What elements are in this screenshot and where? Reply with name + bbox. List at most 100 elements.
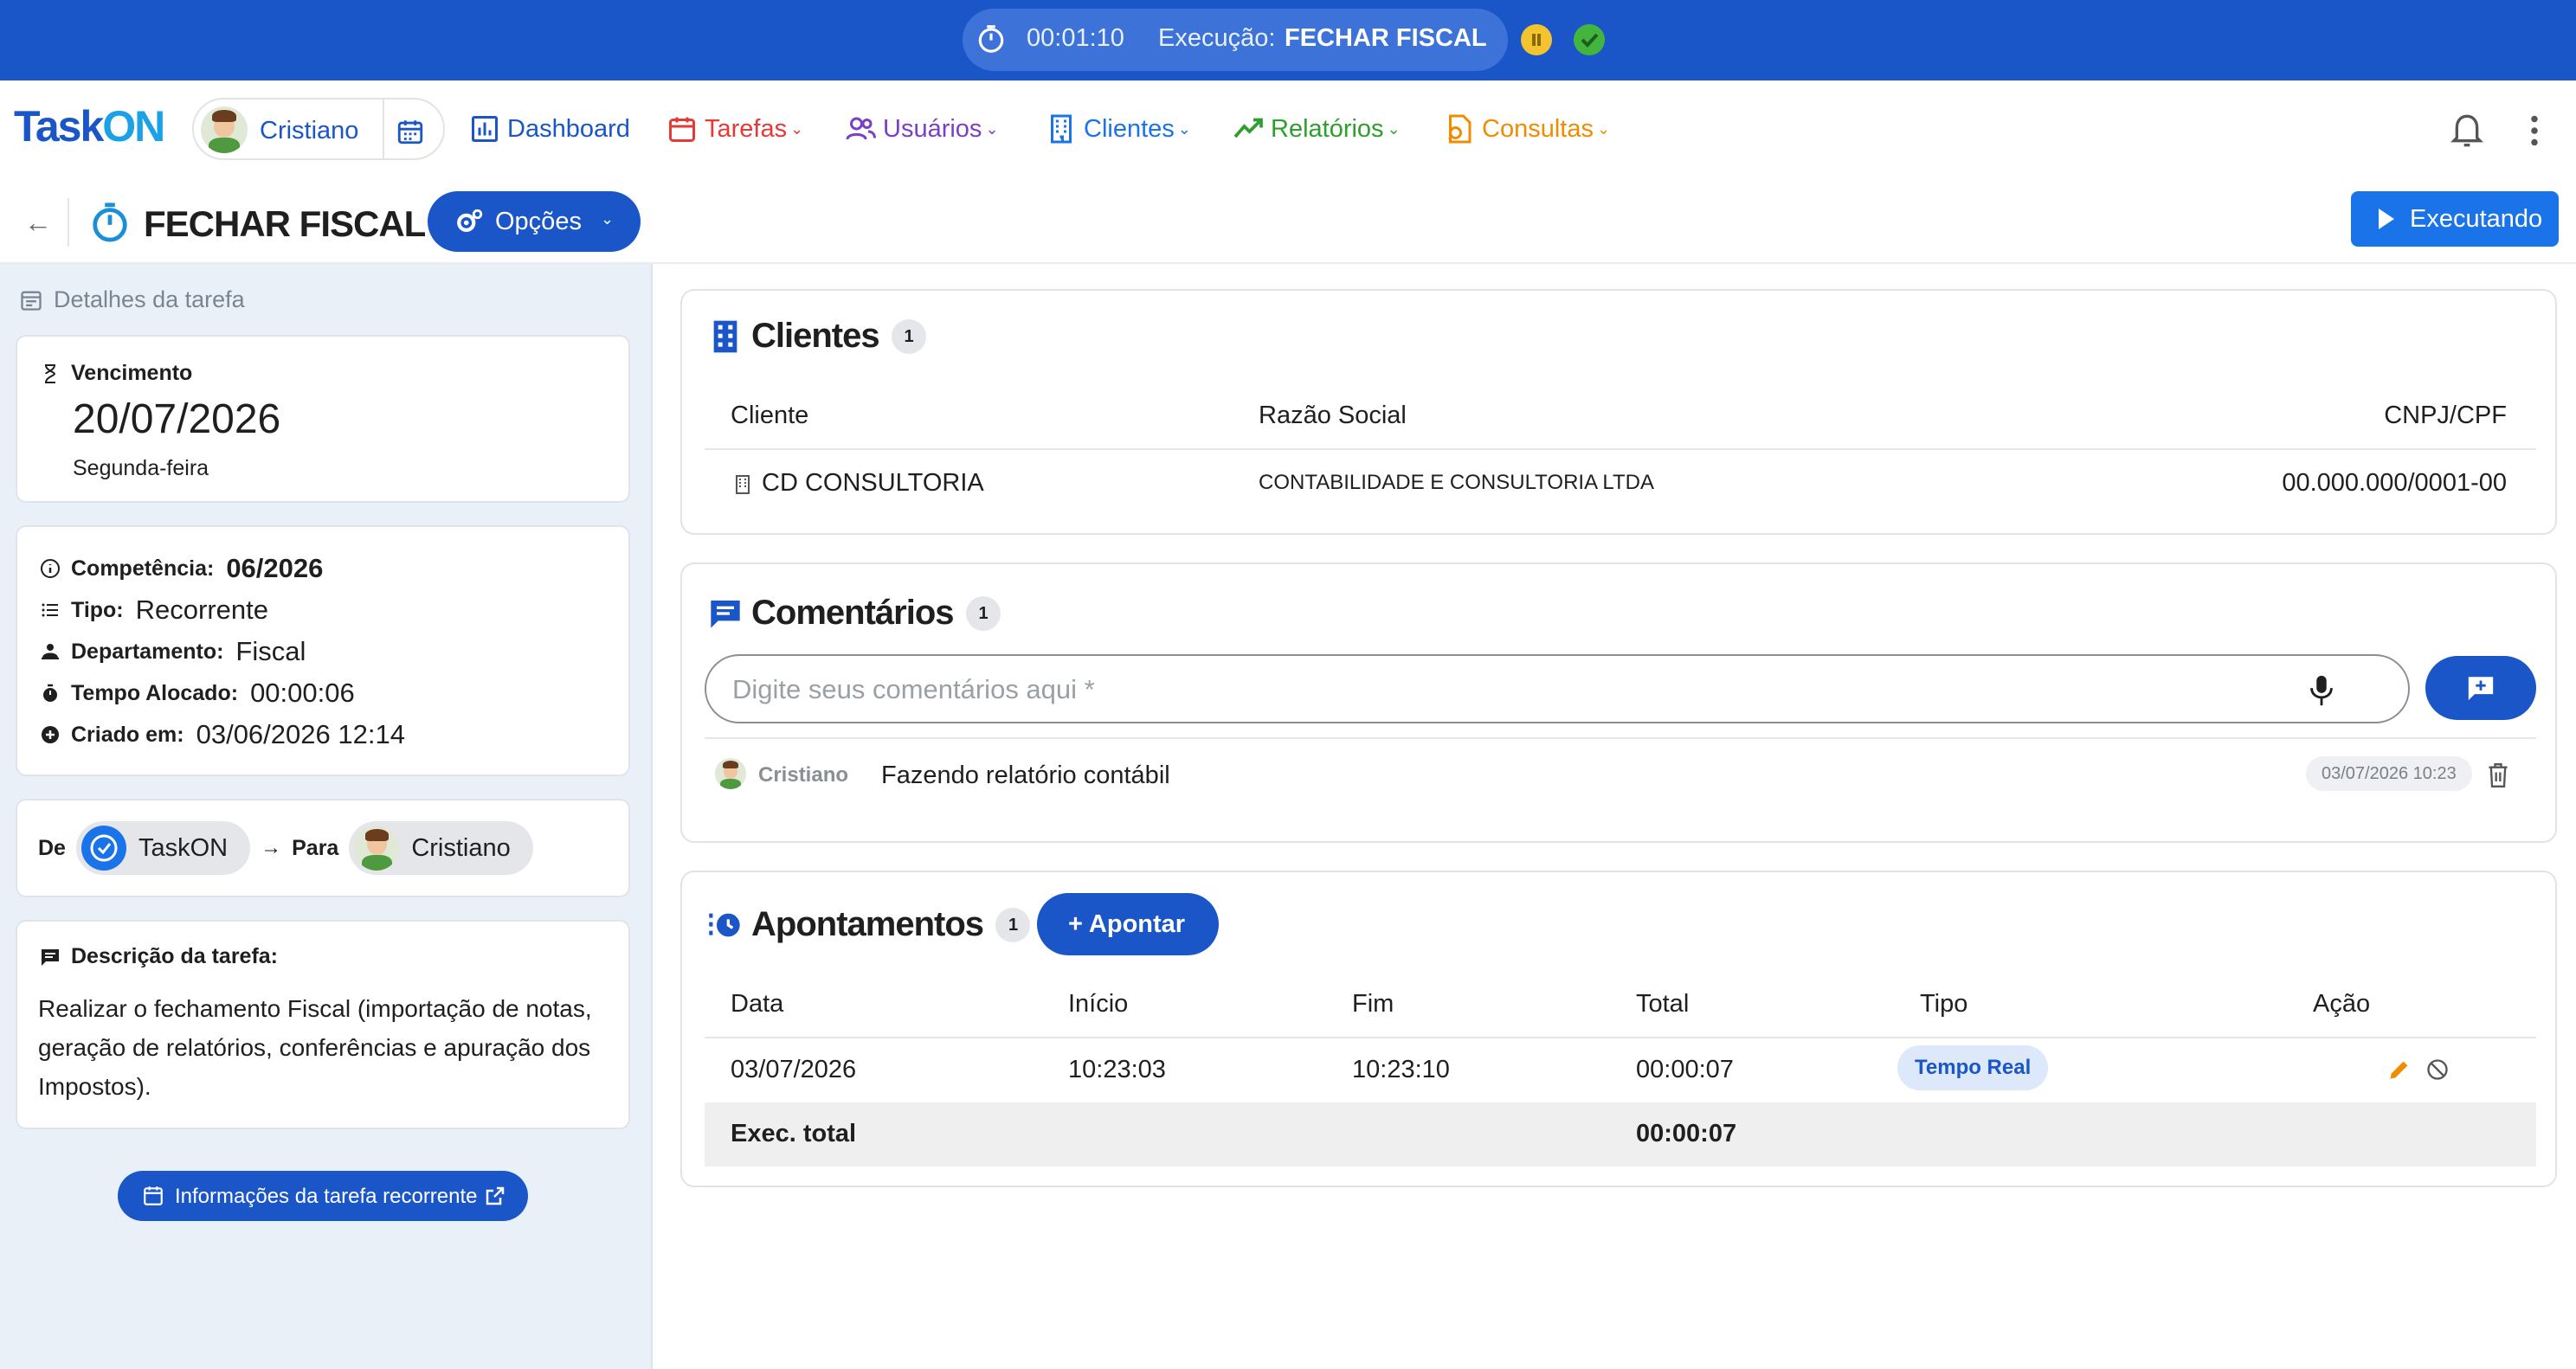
stopwatch-icon [978, 25, 1004, 53]
tipo-label: Tipo: [71, 597, 124, 622]
nav-tarefas[interactable]: Tarefas ⌄ [667, 113, 803, 145]
cell-fim: 10:23:10 [1352, 1056, 1450, 1083]
calendar-list-icon [21, 291, 42, 311]
nav-dashboard-label: Dashboard [507, 114, 630, 143]
microphone-icon[interactable] [2306, 673, 2337, 708]
cell-total: 00:00:07 [1636, 1056, 1734, 1083]
col-tipo: Tipo [1920, 990, 1968, 1018]
timer-icon [43, 684, 57, 702]
send-comment-button[interactable] [2425, 656, 2536, 720]
departamento-value: Fiscal [235, 636, 306, 666]
razao-social: CONTABILIDADE E CONSULTORIA LTDA [1259, 471, 1654, 494]
to-name: Cristiano [411, 833, 511, 862]
cliente-name[interactable]: CD CONSULTORIA [762, 469, 984, 498]
comment-icon [711, 600, 740, 628]
trash-icon[interactable] [2486, 762, 2510, 789]
executing-button[interactable]: Executando [2351, 191, 2559, 247]
tempo-label: Tempo Alocado: [71, 680, 239, 705]
nav-consultas[interactable]: Consultas ⌄ [1444, 113, 1610, 145]
nav-usuarios[interactable]: Usuários ⌄ [845, 113, 999, 145]
execution-task-name: FECHAR FISCAL [1285, 24, 1487, 52]
pause-icon[interactable] [1521, 24, 1552, 55]
history-icon [709, 913, 740, 936]
nav-usuarios-label: Usuários [883, 114, 982, 143]
add-apontamento-label: + Apontar [1068, 910, 1186, 938]
add-apontamento-button[interactable]: + Apontar [1037, 893, 1219, 955]
departamento-label: Departamento: [71, 639, 224, 664]
bell-icon[interactable] [2450, 112, 2484, 150]
chevron-down-icon: ⌄ [985, 119, 999, 138]
recurring-info-button[interactable]: Informações da tarefa recorrente [118, 1171, 528, 1221]
sidebar-title: Detalhes da tarefa [19, 286, 245, 313]
chevron-down-icon: ⌄ [790, 119, 804, 138]
building-icon [713, 320, 737, 352]
tempo-value: 00:00:06 [250, 678, 355, 708]
clientes-panel: Clientes 1 Cliente Razão Social CNPJ/CPF… [680, 289, 2557, 535]
comentarios-title: Comentários 1 [708, 594, 1001, 633]
more-vert-icon[interactable] [2529, 115, 2540, 146]
user-name: Cristiano [260, 117, 359, 145]
comment-icon [42, 948, 59, 966]
options-button[interactable]: Opções ⌄ [428, 191, 641, 252]
tipo-badge: Tempo Real [1897, 1045, 2049, 1090]
to-chip[interactable]: Cristiano [349, 821, 533, 875]
due-weekday: Segunda-feira [73, 456, 209, 480]
trending-up-icon [1233, 118, 1263, 138]
col-razao-social: Razão Social [1259, 402, 1407, 429]
user-chip[interactable]: Cristiano [192, 98, 445, 160]
options-label: Opções [495, 208, 582, 235]
nav-relatorios-label: Relatórios [1271, 114, 1384, 143]
due-label: Vencimento [71, 361, 193, 385]
add-comment-icon [2468, 677, 2494, 701]
comment-text: Fazendo relatório contábil [881, 762, 1170, 789]
edit-pencil-icon[interactable] [2387, 1057, 2412, 1082]
gears-icon [457, 209, 483, 233]
divider [68, 198, 69, 247]
taskon-check-icon [80, 826, 126, 871]
users-icon [846, 117, 876, 140]
from-name: TaskON [138, 833, 229, 862]
nav-dashboard[interactable]: Dashboard [469, 113, 630, 145]
comment-field[interactable] [705, 654, 2410, 723]
check-icon[interactable] [1574, 24, 1605, 55]
avatar [354, 826, 400, 871]
calendar-icon[interactable] [395, 117, 426, 146]
col-total: Total [1636, 990, 1690, 1018]
competencia-value: 06/2026 [226, 553, 324, 583]
transfer-card: De TaskON → Para Cristiano [16, 799, 630, 897]
arrow-right-icon: → [261, 836, 282, 859]
chevron-down-icon: ⌄ [1596, 119, 1611, 138]
page-title: FECHAR FISCAL [144, 203, 426, 244]
back-arrow-icon[interactable]: ← [24, 207, 52, 239]
calendar-repeat-icon [144, 1186, 163, 1205]
nav-clientes[interactable]: Clientes ⌄ [1046, 113, 1191, 145]
recurring-info-label: Informações da tarefa recorrente [175, 1185, 478, 1208]
nav-consultas-label: Consultas [1482, 114, 1594, 143]
from-chip[interactable]: TaskON [75, 821, 251, 875]
col-inicio: Início [1068, 990, 1129, 1018]
from-label: De [38, 835, 66, 860]
execution-label: Execução: [1158, 24, 1276, 52]
clientes-count-badge: 1 [891, 318, 926, 354]
nav-tarefas-label: Tarefas [705, 114, 788, 143]
building-icon [736, 475, 750, 494]
nav-relatorios[interactable]: Relatórios ⌄ [1233, 113, 1401, 145]
cancel-icon[interactable] [2425, 1057, 2450, 1082]
total-label: Exec. total [731, 1120, 857, 1147]
apontamentos-count-badge: 1 [995, 907, 1030, 942]
clientes-title-label: Clientes [751, 317, 880, 355]
comment-author: Cristiano [758, 763, 849, 787]
criado-value: 03/06/2026 12:14 [196, 719, 405, 749]
due-date-card: Vencimento 20/07/2026 Segunda-feira [16, 335, 630, 503]
play-icon [2379, 209, 2394, 229]
comentarios-count-badge: 1 [965, 595, 1001, 631]
taskon-logo[interactable]: TaskON [14, 101, 165, 151]
clientes-title: Clientes 1 [708, 317, 926, 356]
executing-label: Executando [2410, 205, 2543, 233]
comentarios-title-label: Comentários [751, 594, 954, 632]
to-label: Para [292, 835, 339, 860]
comment-input[interactable] [732, 670, 2290, 710]
col-fim: Fim [1352, 990, 1394, 1018]
task-details-sidebar: Detalhes da tarefa Vencimento 20/07/2026… [0, 264, 653, 1369]
calendar-icon [669, 117, 695, 142]
